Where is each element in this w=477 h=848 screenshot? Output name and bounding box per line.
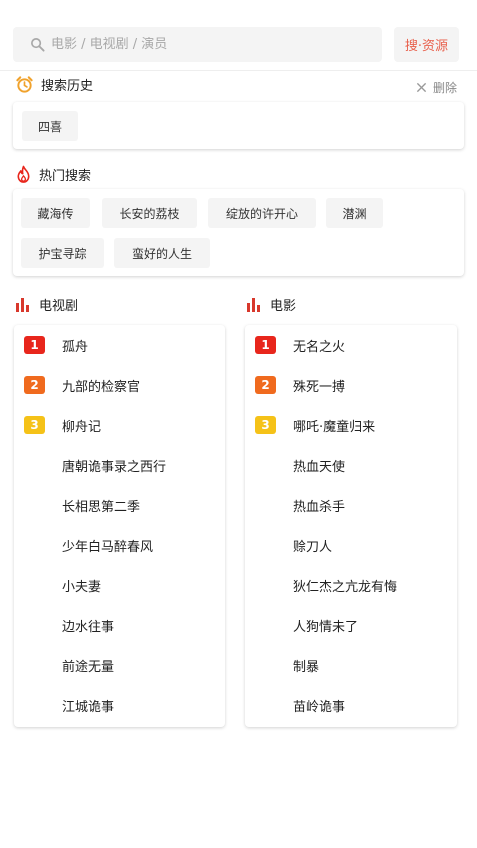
tv-rank-item[interactable]: 2 九部的检察官 bbox=[14, 365, 225, 405]
tv-rank-item[interactable]: 长相思第二季 bbox=[14, 485, 225, 525]
movie-rank-item[interactable]: 狄仁杰之亢龙有悔 bbox=[245, 565, 457, 605]
movie-rank-card: 1 无名之火 2 殊死一搏 3 哪吒·魔童归来 热血天使 热血杀手 赊刀人 狄仁… bbox=[245, 325, 457, 727]
tv-rank-item-title: 九部的检察官 bbox=[62, 379, 141, 395]
tv-rank-item[interactable]: 1 孤舟 bbox=[14, 325, 225, 365]
rank-badge-3: 3 bbox=[255, 416, 276, 434]
movie-rank-item-title: 哪吒·魔童归来 bbox=[293, 419, 376, 435]
tv-rank-title: 电视剧 bbox=[39, 299, 79, 314]
history-delete-button[interactable]: 删除 bbox=[416, 79, 457, 96]
search-button[interactable]: 搜·资源 bbox=[394, 27, 459, 62]
tv-rank-item-title: 唐朝诡事录之西行 bbox=[62, 459, 167, 475]
tv-rank-item-title: 柳舟记 bbox=[62, 419, 102, 435]
hot-chip[interactable]: 蛮好的人生 bbox=[114, 238, 210, 268]
tv-rank-item-title: 小夫妻 bbox=[62, 579, 102, 595]
tv-rank-item[interactable]: 少年白马醉春风 bbox=[14, 525, 225, 565]
search-input[interactable] bbox=[51, 37, 371, 52]
hot-section-title: 热门搜索 bbox=[15, 165, 91, 184]
movie-rank-item[interactable]: 3 哪吒·魔童归来 bbox=[245, 405, 457, 445]
tv-rank-item-title: 江城诡事 bbox=[62, 699, 115, 715]
history-section-title: 搜索历史 bbox=[15, 75, 93, 94]
tv-rank-item[interactable]: 边水往事 bbox=[14, 605, 225, 645]
movie-rank-item[interactable]: 制暴 bbox=[245, 645, 457, 685]
movie-rank-item-title: 人狗情未了 bbox=[293, 619, 359, 635]
tv-rank-item[interactable]: 前途无量 bbox=[14, 645, 225, 685]
movie-rank-item[interactable]: 2 殊死一搏 bbox=[245, 365, 457, 405]
movie-rank-title: 电影 bbox=[270, 299, 297, 314]
movie-rank-item-title: 殊死一搏 bbox=[293, 379, 346, 395]
movie-rank-item[interactable]: 赊刀人 bbox=[245, 525, 457, 565]
tv-rank-item-title: 孤舟 bbox=[62, 339, 89, 355]
rank-badge-2: 2 bbox=[24, 376, 45, 394]
movie-rank-item-title: 制暴 bbox=[293, 659, 320, 675]
movie-rank-item-title: 热血天使 bbox=[293, 459, 346, 475]
movie-rank-item[interactable]: 热血天使 bbox=[245, 445, 457, 485]
hot-chip[interactable]: 藏海传 bbox=[21, 198, 90, 228]
rank-badge-1: 1 bbox=[255, 336, 276, 354]
search-icon bbox=[31, 38, 45, 52]
rank-badge-1: 1 bbox=[24, 336, 45, 354]
tv-rank-item[interactable]: 3 柳舟记 bbox=[14, 405, 225, 445]
search-header: 搜·资源 bbox=[0, 0, 477, 71]
tv-rank-item-title: 前途无量 bbox=[62, 659, 115, 675]
history-chip[interactable]: 四喜 bbox=[22, 111, 78, 141]
hot-chip[interactable]: 护宝寻踪 bbox=[21, 238, 104, 268]
movie-rank-item[interactable]: 热血杀手 bbox=[245, 485, 457, 525]
history-title: 搜索历史 bbox=[41, 79, 94, 94]
movie-rank-item[interactable]: 1 无名之火 bbox=[245, 325, 457, 365]
movie-rank-item[interactable]: 人狗情未了 bbox=[245, 605, 457, 645]
tv-rank-item-title: 长相思第二季 bbox=[62, 499, 141, 515]
history-delete-label: 删除 bbox=[433, 81, 458, 95]
tv-rank-item-title: 少年白马醉春风 bbox=[62, 539, 154, 555]
movie-rank-item-title: 赊刀人 bbox=[293, 539, 333, 555]
movie-rank-item-title: 热血杀手 bbox=[293, 499, 346, 515]
movie-rank-item[interactable]: 苗岭诡事 bbox=[245, 685, 457, 725]
hot-chip[interactable]: 绽放的许开心 bbox=[208, 198, 316, 228]
movie-rank-section-title: 电影 bbox=[246, 295, 296, 314]
close-icon bbox=[416, 82, 427, 93]
tv-rank-item-title: 边水往事 bbox=[62, 619, 115, 635]
rank-badge-3: 3 bbox=[24, 416, 45, 434]
tv-rank-section-title: 电视剧 bbox=[15, 295, 78, 314]
search-field[interactable] bbox=[13, 27, 382, 62]
tv-rank-item[interactable]: 江城诡事 bbox=[14, 685, 225, 725]
bar-chart-icon bbox=[16, 298, 29, 312]
movie-rank-item-title: 狄仁杰之亢龙有悔 bbox=[293, 579, 398, 595]
movie-rank-item-title: 无名之火 bbox=[293, 339, 346, 355]
tv-rank-item[interactable]: 小夫妻 bbox=[14, 565, 225, 605]
hot-title: 热门搜索 bbox=[39, 169, 92, 184]
history-card: 四喜 bbox=[13, 102, 464, 149]
hot-chip[interactable]: 潜渊 bbox=[326, 198, 383, 228]
tv-rank-item[interactable]: 唐朝诡事录之西行 bbox=[14, 445, 225, 485]
movie-rank-item-title: 苗岭诡事 bbox=[293, 699, 346, 715]
hot-search-card: 藏海传 长安的荔枝 绽放的许开心 潜渊 护宝寻踪 蛮好的人生 bbox=[13, 189, 464, 276]
tv-rank-card: 1 孤舟 2 九部的检察官 3 柳舟记 唐朝诡事录之西行 长相思第二季 少年白马… bbox=[14, 325, 225, 727]
bar-chart-icon bbox=[247, 298, 260, 312]
flame-icon bbox=[17, 165, 30, 183]
rank-badge-2: 2 bbox=[255, 376, 276, 394]
alarm-clock-icon bbox=[16, 76, 33, 93]
hot-chip[interactable]: 长安的荔枝 bbox=[102, 198, 197, 228]
